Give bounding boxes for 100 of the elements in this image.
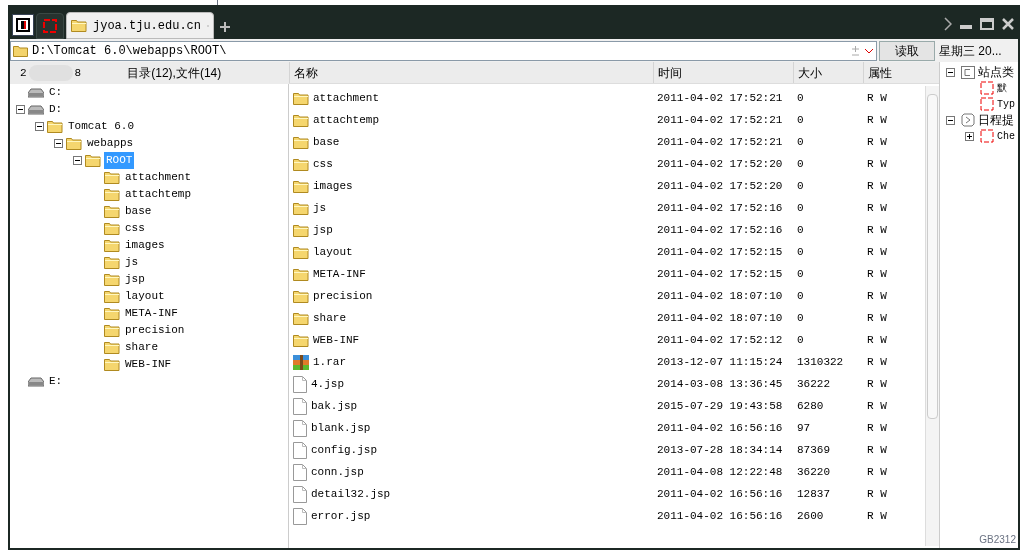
file-name[interactable]: error.jsp [311,507,371,525]
file-name[interactable]: attachment [313,89,379,107]
tree-item[interactable]: attachtemp [123,186,193,203]
collapse-icon[interactable] [946,67,955,77]
file-name[interactable]: precision [313,287,373,305]
collapse-icon[interactable] [946,115,955,125]
side-tree-item[interactable]: 站点类 [978,63,1014,81]
summary-label: 目录(12),文件(14) [127,65,222,82]
file-name[interactable]: 4.jsp [311,375,344,393]
file-icon [293,375,307,393]
tree-item[interactable]: jsp [123,271,147,288]
tree-item[interactable]: images [123,237,167,254]
file-name[interactable]: blank.jsp [311,419,371,437]
column-header[interactable]: 时间 [653,62,793,83]
side-tree-item[interactable]: Che [997,128,1015,144]
collapse-icon[interactable] [35,122,44,131]
collapse-icon[interactable] [16,105,25,114]
scrollbar-thumb[interactable] [927,94,938,419]
panel-icon [961,65,975,79]
modified-time: 2011-04-02 16:56:16 [657,509,783,522]
new-tab-icon[interactable] [220,22,230,32]
file-name[interactable]: detail32.jsp [311,485,391,503]
modified-time: 2011-04-02 17:52:21 [657,91,783,104]
file-size: 36220 [797,465,830,478]
file-attributes: R W [867,289,887,302]
status-text: 2 [20,65,27,81]
collapse-icon[interactable] [73,156,82,165]
modified-time: 2011-04-02 17:52:21 [657,135,783,148]
file-attributes: R W [867,377,887,390]
tree-item[interactable]: C: [47,84,65,101]
file-size: 1310322 [797,355,844,368]
modified-time: 2011-04-02 18:07:10 [657,289,783,302]
file-name[interactable]: bak.jsp [311,397,358,415]
modified-time: 2011-04-02 16:56:16 [657,421,783,434]
file-size: 0 [797,311,804,324]
expand-icon[interactable] [965,131,974,141]
app-icon [16,18,30,32]
folder-icon [66,137,82,150]
file-attributes: R W [867,333,887,346]
maximize-icon[interactable] [980,18,994,30]
file-size: 0 [797,223,804,236]
collapse-icon[interactable] [54,139,63,148]
tree-item[interactable]: WEB-INF [123,356,174,373]
tree-item[interactable]: css [123,220,147,237]
file-attributes: R W [867,157,887,170]
file-size: 0 [797,201,804,214]
side-tree-item[interactable]: Typ [997,96,1015,112]
chevron-right-icon[interactable] [944,17,952,31]
file-name[interactable]: base [313,133,340,151]
file-name[interactable]: share [313,309,346,327]
folder-icon [104,324,120,337]
address-field[interactable]: D:\Tomcat 6.0\webapps\ROOT\ [32,42,847,60]
folder-icon [293,333,309,347]
file-name[interactable]: 1.rar [313,353,346,371]
modified-time: 2015-07-29 19:43:58 [657,399,783,412]
tree-item[interactable]: webapps [85,135,136,152]
folder-icon [293,201,309,215]
file-name[interactable]: attachtemp [313,111,379,129]
file-attributes: R W [867,135,887,148]
frame-icon [980,81,994,95]
file-size: 0 [797,157,804,170]
dropdown-icon[interactable] [864,47,874,55]
folder-icon [104,239,120,252]
file-name[interactable]: jsp [313,221,333,239]
file-name[interactable]: css [313,155,333,173]
tree-item[interactable]: D: [47,101,65,118]
tree-item[interactable]: Tomcat 6.0 [66,118,136,135]
tree-item[interactable]: META-INF [123,305,180,322]
tree-item[interactable]: precision [123,322,187,339]
file-name[interactable]: conn.jsp [311,463,364,481]
address-bar[interactable]: D:\Tomcat 6.0\webapps\ROOT\ [10,41,877,61]
side-tree-item[interactable]: 日程提 [978,111,1014,129]
scrollbar[interactable] [925,86,939,546]
column-header[interactable]: 名称 [289,62,653,83]
file-size: 0 [797,91,804,104]
app-tab[interactable] [12,14,34,36]
column-header[interactable]: 属性 [863,62,920,83]
file-name[interactable]: config.jsp [311,441,377,459]
folder-icon [104,171,120,184]
file-icon [293,441,307,459]
folder-icon [104,188,120,201]
modified-time: 2011-04-02 17:52:21 [657,113,783,126]
tree-item[interactable]: E: [47,373,65,390]
column-header[interactable]: 大小 [793,62,863,83]
file-size: 0 [797,245,804,258]
file-name[interactable]: js [313,199,327,217]
tree-item[interactable]: js [123,254,141,271]
tree-item[interactable]: base [123,203,154,220]
file-name[interactable]: META-INF [313,265,366,283]
modified-time: 2011-04-02 17:52:15 [657,245,783,258]
tree-item[interactable]: layout [123,288,167,305]
file-name[interactable]: images [313,177,353,195]
tree-item[interactable]: attachment [123,169,193,186]
browser-tab[interactable]: jyoa.tju.edu.cn [66,12,214,39]
tree-item[interactable]: share [123,339,160,356]
file-name[interactable]: layout [313,243,353,261]
side-tree-item[interactable]: 默 [997,80,1007,96]
read-button[interactable]: 读取 [879,41,935,61]
file-name[interactable]: WEB-INF [313,331,360,349]
modified-time: 2011-04-02 18:07:10 [657,311,783,324]
